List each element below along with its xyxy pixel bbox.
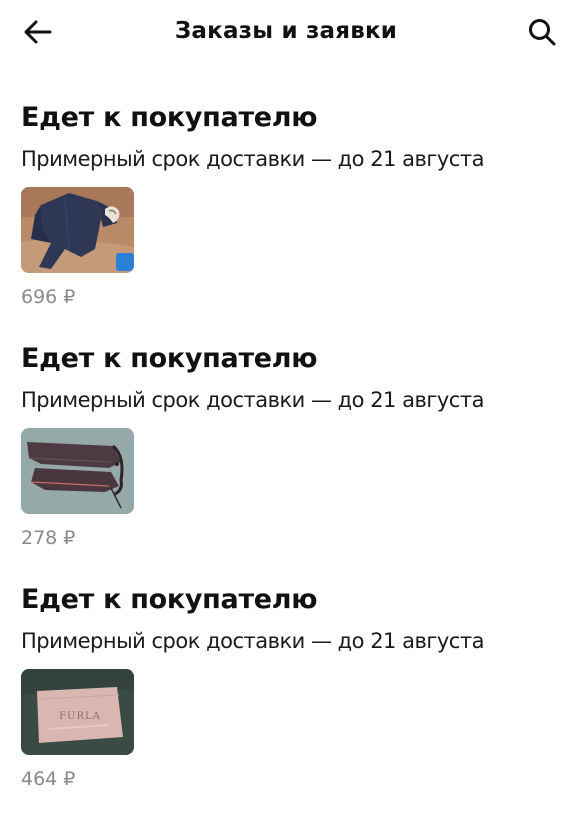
order-price: 696 ₽	[21, 286, 76, 308]
dust-bag-image: FURLA	[21, 669, 134, 755]
order-delivery-estimate: Примерный срок доставки — до 21 августа	[21, 388, 484, 412]
jacket-image	[21, 187, 134, 273]
svg-text:FURLA: FURLA	[59, 711, 101, 722]
order-price: 278 ₽	[21, 527, 76, 549]
orders-list: Едет к покупателю Примерный срок доставк…	[21, 100, 551, 823]
search-icon	[529, 19, 556, 46]
order-delivery-estimate: Примерный срок доставки — до 21 августа	[21, 147, 484, 171]
pants-image	[21, 428, 134, 514]
order-card[interactable]: Едет к покупателю Примерный срок доставк…	[21, 582, 551, 823]
product-thumbnail[interactable]	[21, 187, 134, 273]
app-header: Заказы и заявки	[0, 0, 572, 72]
order-status: Едет к покупателю	[21, 343, 318, 374]
search-button[interactable]	[520, 12, 564, 52]
order-card[interactable]: Едет к покупателю Примерный срок доставк…	[21, 341, 551, 582]
page-title: Заказы и заявки	[174, 18, 398, 44]
order-price: 464 ₽	[21, 768, 76, 790]
order-status: Едет к покупателю	[21, 584, 318, 615]
order-status: Едет к покупателю	[21, 102, 318, 133]
product-thumbnail[interactable]	[21, 428, 134, 514]
order-delivery-estimate: Примерный срок доставки — до 21 августа	[21, 629, 484, 653]
product-thumbnail[interactable]: FURLA	[21, 669, 134, 755]
order-card[interactable]: Едет к покупателю Примерный срок доставк…	[21, 100, 551, 341]
